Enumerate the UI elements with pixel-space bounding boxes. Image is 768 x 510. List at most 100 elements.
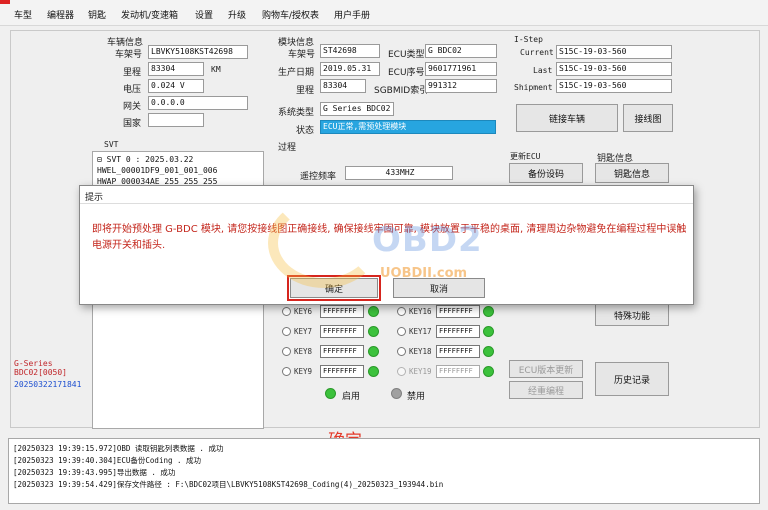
- key16-radio[interactable]: [397, 307, 406, 316]
- menu-item-settings[interactable]: 设置: [195, 8, 213, 21]
- session-timestamp: 20250322171841: [14, 380, 82, 389]
- ecu-type-field[interactable]: G BDC02: [425, 44, 497, 58]
- istep-current-field[interactable]: S15C-19-03-560: [556, 45, 672, 59]
- log-line: [20250323 19:39:43.995]导出数据 . 成功: [13, 468, 176, 477]
- sgbmid-label: SGBMID索引: [374, 86, 429, 96]
- status-dot-icon: [368, 366, 379, 377]
- istep-last-field[interactable]: S15C-19-03-560: [556, 62, 672, 76]
- mileage-unit: KM: [211, 65, 221, 74]
- special-function-button[interactable]: 特殊功能: [595, 304, 669, 326]
- status-dot-icon: [483, 306, 494, 317]
- key-label: KEY19: [409, 367, 432, 376]
- vehicle-mileage-label: 里程: [123, 68, 142, 78]
- process-title: 过程: [278, 143, 297, 153]
- production-date-field[interactable]: 2019.05.31: [320, 62, 380, 76]
- log-panel: [20250323 19:39:15.972]OBD 读取钥匙列表数据 . 成功…: [8, 438, 760, 504]
- system-type-label: 系统类型: [278, 108, 315, 118]
- menu-item-key[interactable]: 钥匙: [88, 8, 106, 21]
- menu-item-engine[interactable]: 发动机/变速箱: [121, 8, 178, 21]
- dialog-title: 提示: [85, 193, 104, 203]
- key-field[interactable]: FFFFFFFF: [320, 345, 364, 358]
- ecu-serial-label: ECU序号: [388, 68, 425, 78]
- menu-item-cart[interactable]: 购物车/授权表: [262, 8, 319, 21]
- update-ecu-title: 更新ECU: [510, 152, 541, 161]
- dialog-titlebar: 提示: [80, 186, 693, 204]
- enabled-legend-label: 启用: [342, 392, 361, 402]
- status-label: 状态: [296, 126, 315, 136]
- key-field[interactable]: FFFFFFFF: [320, 325, 364, 338]
- watermark-brand: OBD2: [372, 220, 483, 260]
- series-label: G-Series: [14, 359, 53, 368]
- menu-item-vehicle[interactable]: 车型: [14, 8, 32, 21]
- disabled-legend-icon: [391, 388, 402, 399]
- module-mileage-field[interactable]: 83304: [320, 79, 366, 93]
- voltage-field[interactable]: 0.024 V: [148, 79, 204, 93]
- remote-freq-label: 遥控频率: [300, 172, 337, 182]
- status-dot-icon: [483, 346, 494, 357]
- key-label: KEY17: [409, 327, 432, 336]
- menu-item-manual[interactable]: 用户手册: [334, 8, 370, 21]
- key-field[interactable]: FFFFFFFF: [320, 305, 364, 318]
- ecu-type-label: ECU类型: [388, 50, 425, 60]
- module-vin-field[interactable]: ST42698: [320, 44, 380, 58]
- key-info-button[interactable]: 钥匙信息: [595, 163, 669, 183]
- status-dot-icon: [483, 366, 494, 377]
- key8-radio[interactable]: [282, 347, 291, 356]
- key17-radio[interactable]: [397, 327, 406, 336]
- ecu-update-button[interactable]: ECU版本更新: [509, 360, 583, 378]
- connect-vehicle-button[interactable]: 链接车辆: [516, 104, 618, 132]
- istep-title: I-Step: [514, 35, 543, 44]
- watermark-site: UOBDII.com: [380, 266, 468, 281]
- system-type-field[interactable]: G Series BDC02: [320, 102, 394, 116]
- module-id-label: BDC02[0050]: [14, 368, 67, 377]
- wiring-diagram-button[interactable]: 接线图: [623, 104, 673, 132]
- voltage-label: 电压: [123, 85, 142, 95]
- menu-bar: 车型 编程器 钥匙 发动机/变速箱 设置 升级 购物车/授权表 用户手册: [0, 0, 768, 26]
- key-field[interactable]: FFFFFFFF: [436, 325, 480, 338]
- remote-freq-field[interactable]: 433MHZ: [345, 166, 453, 180]
- log-line: [20250323 19:39:15.972]OBD 读取钥匙列表数据 . 成功: [13, 444, 224, 453]
- menu-item-upgrade[interactable]: 升级: [228, 8, 246, 21]
- status-dot-icon: [368, 326, 379, 337]
- key19-radio[interactable]: [397, 367, 406, 376]
- country-field[interactable]: [148, 113, 204, 127]
- svt-node[interactable]: HWEL_00001DF9_001_001_006: [97, 166, 217, 175]
- istep-shipment-label: Shipment: [514, 83, 553, 92]
- istep-current-label: Current: [520, 48, 554, 57]
- key-field[interactable]: FFFFFFFF: [436, 365, 480, 378]
- istep-shipment-field[interactable]: S15C-19-03-560: [556, 79, 672, 93]
- status-dot-icon: [483, 326, 494, 337]
- sgbmid-field[interactable]: 991312: [425, 79, 497, 93]
- key-label: KEY9: [294, 367, 313, 376]
- backup-coding-button[interactable]: 备份设码: [509, 163, 583, 183]
- key-label: KEY6: [294, 307, 313, 316]
- ecu-serial-field[interactable]: 9601771961: [425, 62, 497, 76]
- vehicle-vin-field[interactable]: LBVKY5108KST42698: [148, 45, 248, 59]
- gateway-label: 网关: [123, 102, 142, 112]
- status-dot-icon: [368, 306, 379, 317]
- key6-radio[interactable]: [282, 307, 291, 316]
- cancel-button[interactable]: 取消: [393, 278, 485, 298]
- module-mileage-label: 里程: [296, 86, 315, 96]
- key-field[interactable]: FFFFFFFF: [436, 305, 480, 318]
- key9-radio[interactable]: [282, 367, 291, 376]
- key-field[interactable]: FFFFFFFF: [436, 345, 480, 358]
- vehicle-mileage-field[interactable]: 83304: [148, 62, 204, 76]
- key18-radio[interactable]: [397, 347, 406, 356]
- watermark-arc-icon: [268, 198, 380, 288]
- key-label: KEY18: [409, 347, 432, 356]
- menu-item-programmer[interactable]: 编程器: [47, 8, 74, 21]
- key7-radio[interactable]: [282, 327, 291, 336]
- history-button[interactable]: 历史记录: [595, 362, 669, 396]
- key-label: KEY8: [294, 347, 313, 356]
- svt-root[interactable]: ⊟ SVT 0 : 2025.03.22: [97, 155, 193, 164]
- disabled-legend-label: 禁用: [407, 392, 426, 402]
- enabled-legend-icon: [325, 388, 336, 399]
- production-date-label: 生产日期: [278, 68, 315, 78]
- key-field[interactable]: FFFFFFFF: [320, 365, 364, 378]
- reprogram-button[interactable]: 经重编程: [509, 381, 583, 399]
- log-line: [20250323 19:39:54.429]保存文件路径 : F:\BDC02…: [13, 480, 444, 489]
- log-line: [20250323 19:39:40.304]ECU备份Coding . 成功: [13, 456, 202, 465]
- gateway-field[interactable]: 0.0.0.0: [148, 96, 248, 110]
- vehicle-vin-label: 车架号: [115, 50, 143, 60]
